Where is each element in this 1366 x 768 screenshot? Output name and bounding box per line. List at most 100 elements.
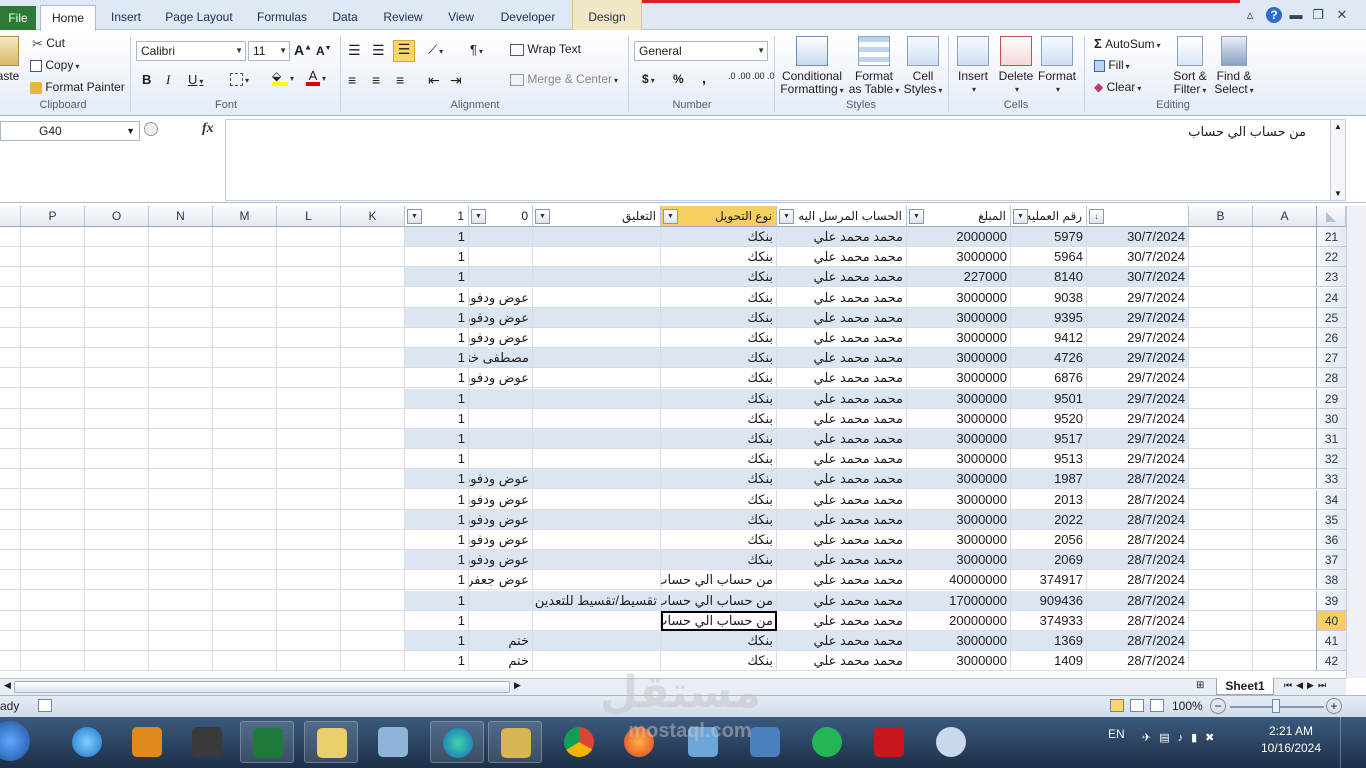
text-direction-button[interactable]: ¶ ▾ [470,42,483,57]
cell-account[interactable]: محمد محمد علي [777,570,907,591]
cell-op-number[interactable]: 374933 [1011,610,1087,631]
fill-color-button[interactable]: ⬙ ▾ [272,70,294,86]
tab-home[interactable]: Home [40,5,96,31]
align-left-button[interactable]: ≡ [348,72,356,88]
cell-amount[interactable]: 3000000 [907,368,1011,389]
cell-empty[interactable] [1189,631,1253,651]
cell-empty[interactable] [0,287,21,308]
fill-button[interactable]: Fill ▾ [1094,58,1130,72]
cell-empty[interactable] [0,530,21,550]
worksheet-grid[interactable]: P O N M L K ▼ 1 ▼ 0 ▼ التعليق ▼ نوع التحويل … [0,206,1346,678]
cell-account[interactable]: محمد محمد علي [777,287,907,308]
cell-amount[interactable]: 3000000 [907,489,1011,510]
cell-c0[interactable]: عوض ودفور؟ [469,530,533,550]
cell-empty[interactable] [213,590,277,611]
cell-account[interactable]: محمد محمد علي [777,408,907,429]
cell-c0[interactable]: عوض ودفور؟ [469,550,533,571]
cell-transfer-type[interactable]: بنكك [661,307,777,328]
cell-comment[interactable] [533,489,661,510]
tab-file[interactable]: File [0,6,36,30]
cell-comment[interactable] [533,247,661,268]
cell-c0[interactable]: مصطفى ختم [469,348,533,369]
cell-c1[interactable]: 1 [405,651,469,672]
row-header[interactable]: 40 [1316,610,1346,631]
find-select-button[interactable]: Find & Select ▾ [1212,36,1256,97]
cell-transfer-type[interactable]: بنكك [661,651,777,672]
scroll-left-icon[interactable]: ◀ [4,680,11,691]
cell-empty[interactable] [149,348,213,369]
cell-empty[interactable] [21,590,85,611]
cell-empty[interactable] [341,509,405,530]
cell-empty[interactable] [213,610,277,631]
table-header-op-number[interactable]: ▼ رقم العمليه [1011,206,1087,227]
cell-amount[interactable]: 3000000 [907,631,1011,651]
cell-date[interactable]: 28/7/2024 [1087,570,1189,591]
cell-op-number[interactable]: 9501 [1011,388,1087,409]
cell-amount[interactable]: 3000000 [907,247,1011,268]
cell-empty[interactable] [341,429,405,449]
cell-empty[interactable] [277,590,341,611]
cell-empty[interactable] [149,469,213,490]
cell-empty[interactable] [277,530,341,550]
table-header-comment[interactable]: ▼ التعليق [533,206,661,227]
cell-empty[interactable] [1189,368,1253,389]
cell-date[interactable]: 29/7/2024 [1087,368,1189,389]
cell-c1[interactable]: 1 [405,489,469,510]
cell-account[interactable]: محمد محمد علي [777,590,907,611]
cell-empty[interactable] [1253,550,1317,571]
cell-empty[interactable] [0,489,21,510]
table-header-c1[interactable]: ▼ 1 [405,206,469,227]
cell-c1[interactable]: 1 [405,429,469,449]
cell-empty[interactable] [277,348,341,369]
row-header[interactable]: 21 [1316,227,1346,247]
row-header[interactable]: 42 [1316,651,1346,672]
tab-insert[interactable]: Insert [108,6,144,28]
cell-empty[interactable] [0,368,21,389]
cell-amount[interactable]: 3000000 [907,509,1011,530]
cell-empty[interactable] [0,570,21,591]
cell-empty[interactable] [277,388,341,409]
column-header-n[interactable]: N [149,206,213,227]
cell-comment[interactable] [533,651,661,672]
row-header[interactable]: 28 [1316,368,1346,389]
cell-empty[interactable] [21,429,85,449]
wrap-text-button[interactable]: Wrap Text [510,42,581,56]
cell-comment[interactable] [533,227,661,247]
cell-empty[interactable] [213,227,277,247]
cell-comment[interactable] [533,368,661,389]
tab-developer[interactable]: Developer [494,6,562,28]
cell-amount[interactable]: 17000000 [907,590,1011,611]
cell-comment[interactable] [533,287,661,308]
cell-date[interactable]: 29/7/2024 [1087,307,1189,328]
percent-button[interactable]: % [673,72,684,86]
cell-date[interactable]: 28/7/2024 [1087,530,1189,550]
cell-empty[interactable] [213,570,277,591]
tab-formulas[interactable]: Formulas [252,6,312,28]
cell-account[interactable]: محمد محمد علي [777,429,907,449]
cell-c0[interactable]: عوض ودفور1 [469,287,533,308]
cell-account[interactable]: محمد محمد علي [777,489,907,510]
cell-empty[interactable] [149,610,213,631]
number-format-combo[interactable]: General ▼ [634,41,768,61]
cell-empty[interactable] [1253,631,1317,651]
cell-empty[interactable] [277,408,341,429]
taskbar-excel[interactable] [240,721,294,763]
cell-op-number[interactable]: 9412 [1011,328,1087,348]
cell-c0[interactable]: عوض ودفور؟ [469,469,533,490]
row-header[interactable]: 32 [1316,449,1346,470]
cell-c0[interactable] [469,590,533,611]
cell-op-number[interactable]: 9520 [1011,408,1087,429]
cell-transfer-type[interactable]: من حساب الي حساب [661,570,777,591]
cell-empty[interactable] [1189,307,1253,328]
cell-styles-button[interactable]: Cell Styles ▾ [902,36,944,97]
cell-empty[interactable] [213,509,277,530]
cell-empty[interactable] [21,307,85,328]
cell-empty[interactable] [0,509,21,530]
cell-empty[interactable] [1189,550,1253,571]
cell-empty[interactable] [0,328,21,348]
row-header[interactable]: 36 [1316,530,1346,550]
cell-empty[interactable] [85,368,149,389]
cell-empty[interactable] [0,429,21,449]
cell-empty[interactable] [149,328,213,348]
cell-empty[interactable] [85,489,149,510]
